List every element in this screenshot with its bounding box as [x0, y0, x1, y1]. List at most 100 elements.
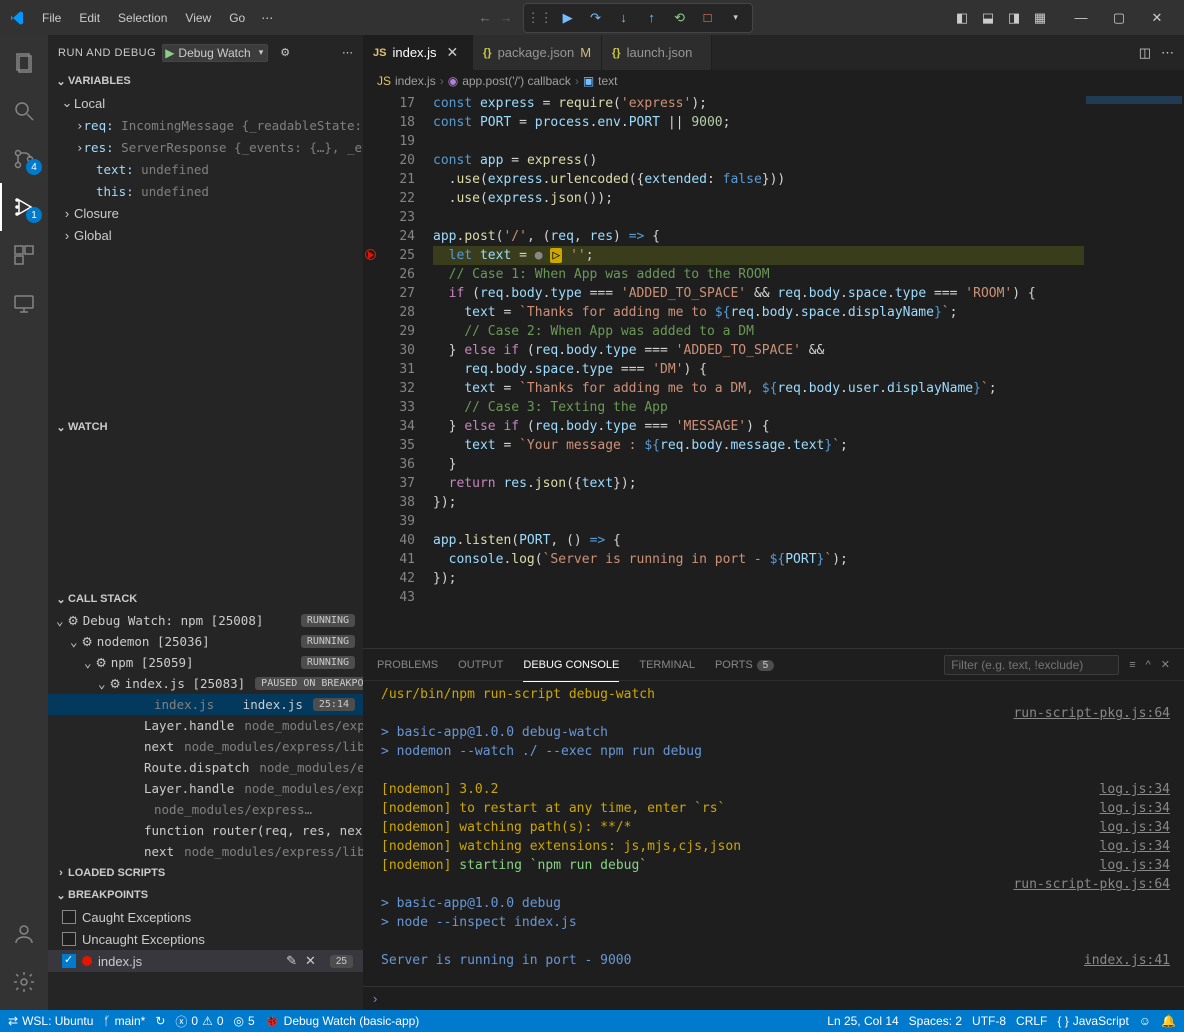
minimap[interactable]: [1084, 92, 1184, 648]
activity-account-icon[interactable]: [0, 910, 48, 958]
panel-maximize-icon[interactable]: ^: [1146, 659, 1151, 671]
scope-local[interactable]: ⌄ Local: [48, 92, 363, 114]
step-out-icon[interactable]: ↑: [640, 6, 664, 30]
panel-tab-problems[interactable]: PROBLEMS: [377, 655, 438, 675]
layout-customize-icon[interactable]: ▦: [1028, 6, 1052, 30]
checkbox[interactable]: [62, 954, 76, 968]
debug-console-input[interactable]: ›: [363, 986, 1184, 1010]
restart-icon[interactable]: ⟲: [668, 6, 692, 30]
callstack-session[interactable]: ⌄ ⚙ npm [25059] RUNNING: [48, 652, 363, 673]
activity-explorer-icon[interactable]: [0, 39, 48, 87]
editor-gutter[interactable]: 1718192021222324252627282930313233343536…: [363, 92, 433, 648]
breakpoint-icon[interactable]: [365, 249, 376, 260]
status-debug-session[interactable]: 🐞 Debug Watch (basic-app): [265, 1014, 420, 1028]
section-callstack[interactable]: ⌄ CALL STACK: [48, 588, 363, 610]
callstack-session[interactable]: ⌄ ⚙ nodemon [25036] RUNNING: [48, 631, 363, 652]
close-icon[interactable]: ✕: [305, 953, 316, 969]
status-language[interactable]: { } JavaScript: [1057, 1014, 1128, 1028]
menu-file[interactable]: File: [34, 7, 69, 29]
panel-close-icon[interactable]: ✕: [1161, 658, 1170, 671]
status-bell-icon[interactable]: 🔔: [1161, 1014, 1176, 1028]
status-sync[interactable]: ↻: [155, 1014, 165, 1028]
layout-panel-icon[interactable]: ⬓: [976, 6, 1000, 30]
callstack-frame[interactable]: index.js index.js25:14: [48, 694, 363, 715]
console-source-link[interactable]: log.js:34: [1100, 799, 1170, 818]
variable-row[interactable]: › req: IncomingMessage {_readableState: …: [48, 114, 363, 136]
checkbox[interactable]: [62, 932, 76, 946]
scope-global[interactable]: › Global: [48, 224, 363, 246]
callstack-frame[interactable]: Layer.handle node_modules/expres…: [48, 778, 363, 799]
nav-back-icon[interactable]: ←: [479, 10, 492, 25]
callstack-frame[interactable]: node_modules/express…: [48, 799, 363, 820]
console-source-link[interactable]: run-script-pkg.js:64: [1013, 704, 1170, 723]
nav-forward-icon[interactable]: →: [500, 10, 513, 25]
variable-row[interactable]: › res: ServerResponse {_events: {…}, _ev…: [48, 136, 363, 158]
console-source-link[interactable]: log.js:34: [1100, 837, 1170, 856]
debug-console[interactable]: /usr/bin/npm run-script debug-watch run-…: [363, 681, 1184, 986]
editor-tab[interactable]: {} package.json M: [473, 35, 602, 70]
gear-icon[interactable]: ⚙: [280, 46, 290, 59]
stop-icon[interactable]: □: [696, 6, 720, 30]
section-breakpoints[interactable]: ⌄ BREAKPOINTS: [48, 884, 363, 906]
more-icon[interactable]: ⋯: [342, 46, 353, 59]
callstack-frame[interactable]: function router(req, res, next) {.pr…: [48, 820, 363, 841]
console-source-link[interactable]: log.js:34: [1100, 818, 1170, 837]
callstack-frame[interactable]: Route.dispatch node_modules/exp…: [48, 757, 363, 778]
tab-more-icon[interactable]: ⋯: [1161, 45, 1174, 61]
step-over-icon[interactable]: ↷: [584, 6, 608, 30]
callstack-frame[interactable]: next node_modules/express/lib/rout…: [48, 736, 363, 757]
editor-tab[interactable]: JS index.js ✕: [363, 35, 473, 70]
menu-edit[interactable]: Edit: [71, 7, 108, 29]
status-problems[interactable]: ⓧ0 ⚠0: [175, 1013, 223, 1030]
panel-settings-icon[interactable]: ≡: [1129, 659, 1135, 671]
editor-code[interactable]: const express = require('express');const…: [433, 92, 1084, 648]
debug-more-icon[interactable]: ▾: [724, 6, 748, 30]
close-icon[interactable]: ✕: [447, 44, 459, 61]
callstack-session[interactable]: ⌄ ⚙ Debug Watch: npm [25008] RUNNING: [48, 610, 363, 631]
section-watch[interactable]: ⌄ WATCH: [48, 416, 363, 438]
menu-more[interactable]: ⋯: [253, 7, 281, 29]
status-indent[interactable]: Spaces: 2: [909, 1014, 962, 1028]
activity-remote-icon[interactable]: [0, 279, 48, 327]
layout-toggle-right-icon[interactable]: ◨: [1002, 6, 1026, 30]
breakpoint-row[interactable]: Uncaught Exceptions: [48, 928, 363, 950]
checkbox[interactable]: [62, 910, 76, 924]
callstack-frame[interactable]: Layer.handle node_modules/expres…: [48, 715, 363, 736]
console-source-link[interactable]: log.js:34: [1100, 780, 1170, 799]
edit-icon[interactable]: ✎: [286, 953, 297, 969]
activity-extensions-icon[interactable]: [0, 231, 48, 279]
status-remote[interactable]: ⇄ WSL: Ubuntu: [8, 1014, 93, 1028]
status-cursor[interactable]: Ln 25, Col 14: [827, 1014, 898, 1028]
continue-icon[interactable]: ▶: [556, 6, 580, 30]
breakpoint-row[interactable]: Caught Exceptions: [48, 906, 363, 928]
breakpoint-row[interactable]: index.js ✎ ✕ 25: [48, 950, 363, 972]
breadcrumb[interactable]: JS index.js › ◉ app.post('/') callback ›…: [363, 70, 1184, 92]
console-source-link[interactable]: run-script-pkg.js:64: [1013, 875, 1170, 894]
layout-toggle-left-icon[interactable]: ◧: [950, 6, 974, 30]
console-source-link[interactable]: index.js:41: [1084, 951, 1170, 970]
scope-closure[interactable]: › Closure: [48, 202, 363, 224]
status-encoding[interactable]: UTF-8: [972, 1014, 1006, 1028]
section-variables[interactable]: ⌄ VARIABLES: [48, 70, 363, 92]
section-loaded-scripts[interactable]: › LOADED SCRIPTS: [48, 862, 363, 884]
activity-search-icon[interactable]: [0, 87, 48, 135]
console-source-link[interactable]: log.js:34: [1100, 856, 1170, 875]
status-eol[interactable]: CRLF: [1016, 1014, 1047, 1028]
activity-scm-icon[interactable]: 4: [0, 135, 48, 183]
editor-tab[interactable]: {} launch.json: [602, 35, 712, 70]
run-config-select[interactable]: ▶ Debug Watch ▾: [162, 44, 268, 62]
panel-tab-terminal[interactable]: TERMINAL: [639, 655, 695, 675]
window-maximize-icon[interactable]: ▢: [1100, 3, 1138, 33]
panel-tab-ports[interactable]: PORTS5: [715, 655, 774, 675]
activity-debug-icon[interactable]: 1: [0, 183, 48, 231]
step-into-icon[interactable]: ↓: [612, 6, 636, 30]
variable-row[interactable]: text: undefined: [48, 158, 363, 180]
window-close-icon[interactable]: ✕: [1138, 3, 1176, 33]
callstack-session[interactable]: ⌄ ⚙ index.js [25083] PAUSED ON BREAKPOIN…: [48, 673, 363, 694]
drag-handle-icon[interactable]: ⋮⋮: [528, 6, 552, 30]
panel-tab-output[interactable]: OUTPUT: [458, 655, 503, 675]
variable-row[interactable]: this: undefined: [48, 180, 363, 202]
menu-view[interactable]: View: [177, 7, 219, 29]
menu-selection[interactable]: Selection: [110, 7, 175, 29]
callstack-frame[interactable]: next node_modules/express/lib/rout…: [48, 841, 363, 862]
